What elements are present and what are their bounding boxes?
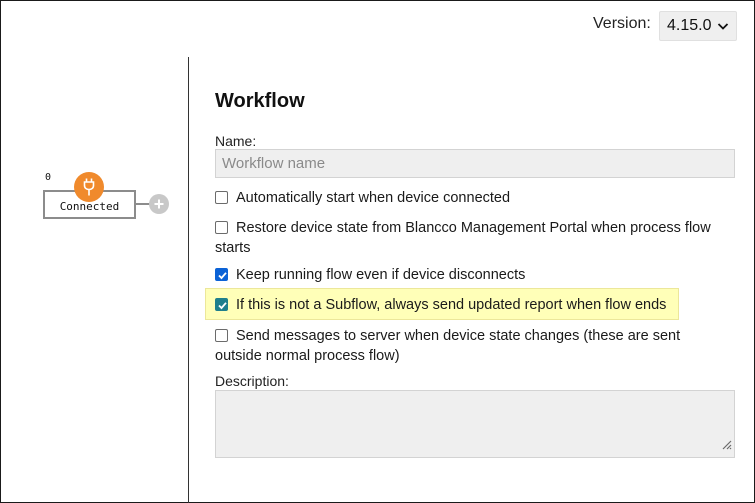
checkbox-checked[interactable] xyxy=(215,268,228,281)
description-textarea[interactable] xyxy=(215,390,735,458)
version-label: Version: xyxy=(593,15,651,32)
node-index: 0 xyxy=(45,172,52,183)
plug-icon xyxy=(74,172,104,202)
checkbox[interactable] xyxy=(215,221,228,234)
workflow-name-input[interactable] xyxy=(215,149,735,178)
checkbox-checked[interactable] xyxy=(215,298,228,311)
option-send-report[interactable]: If this is not a Subflow, always send up… xyxy=(215,295,730,315)
resize-grip-icon[interactable] xyxy=(720,437,732,455)
description-label: Description: xyxy=(215,373,289,389)
checkbox[interactable] xyxy=(215,191,228,204)
chevron-down-icon xyxy=(717,19,729,38)
panel-title: Workflow xyxy=(215,90,305,112)
panel-divider xyxy=(188,57,189,503)
option-restore-state[interactable]: Restore device state from Blancco Manage… xyxy=(215,218,730,258)
name-label: Name: xyxy=(215,133,257,149)
option-auto-start[interactable]: Automatically start when device connecte… xyxy=(215,188,730,208)
version-select[interactable]: 4.15.0 xyxy=(659,11,737,41)
version-value: 4.15.0 xyxy=(667,17,712,34)
option-keep-running[interactable]: Keep running flow even if device disconn… xyxy=(215,265,730,285)
checkbox[interactable] xyxy=(215,329,228,342)
option-send-messages[interactable]: Send messages to server when device stat… xyxy=(215,326,730,366)
plus-circle-icon[interactable] xyxy=(149,194,169,214)
node-connector xyxy=(136,203,150,205)
